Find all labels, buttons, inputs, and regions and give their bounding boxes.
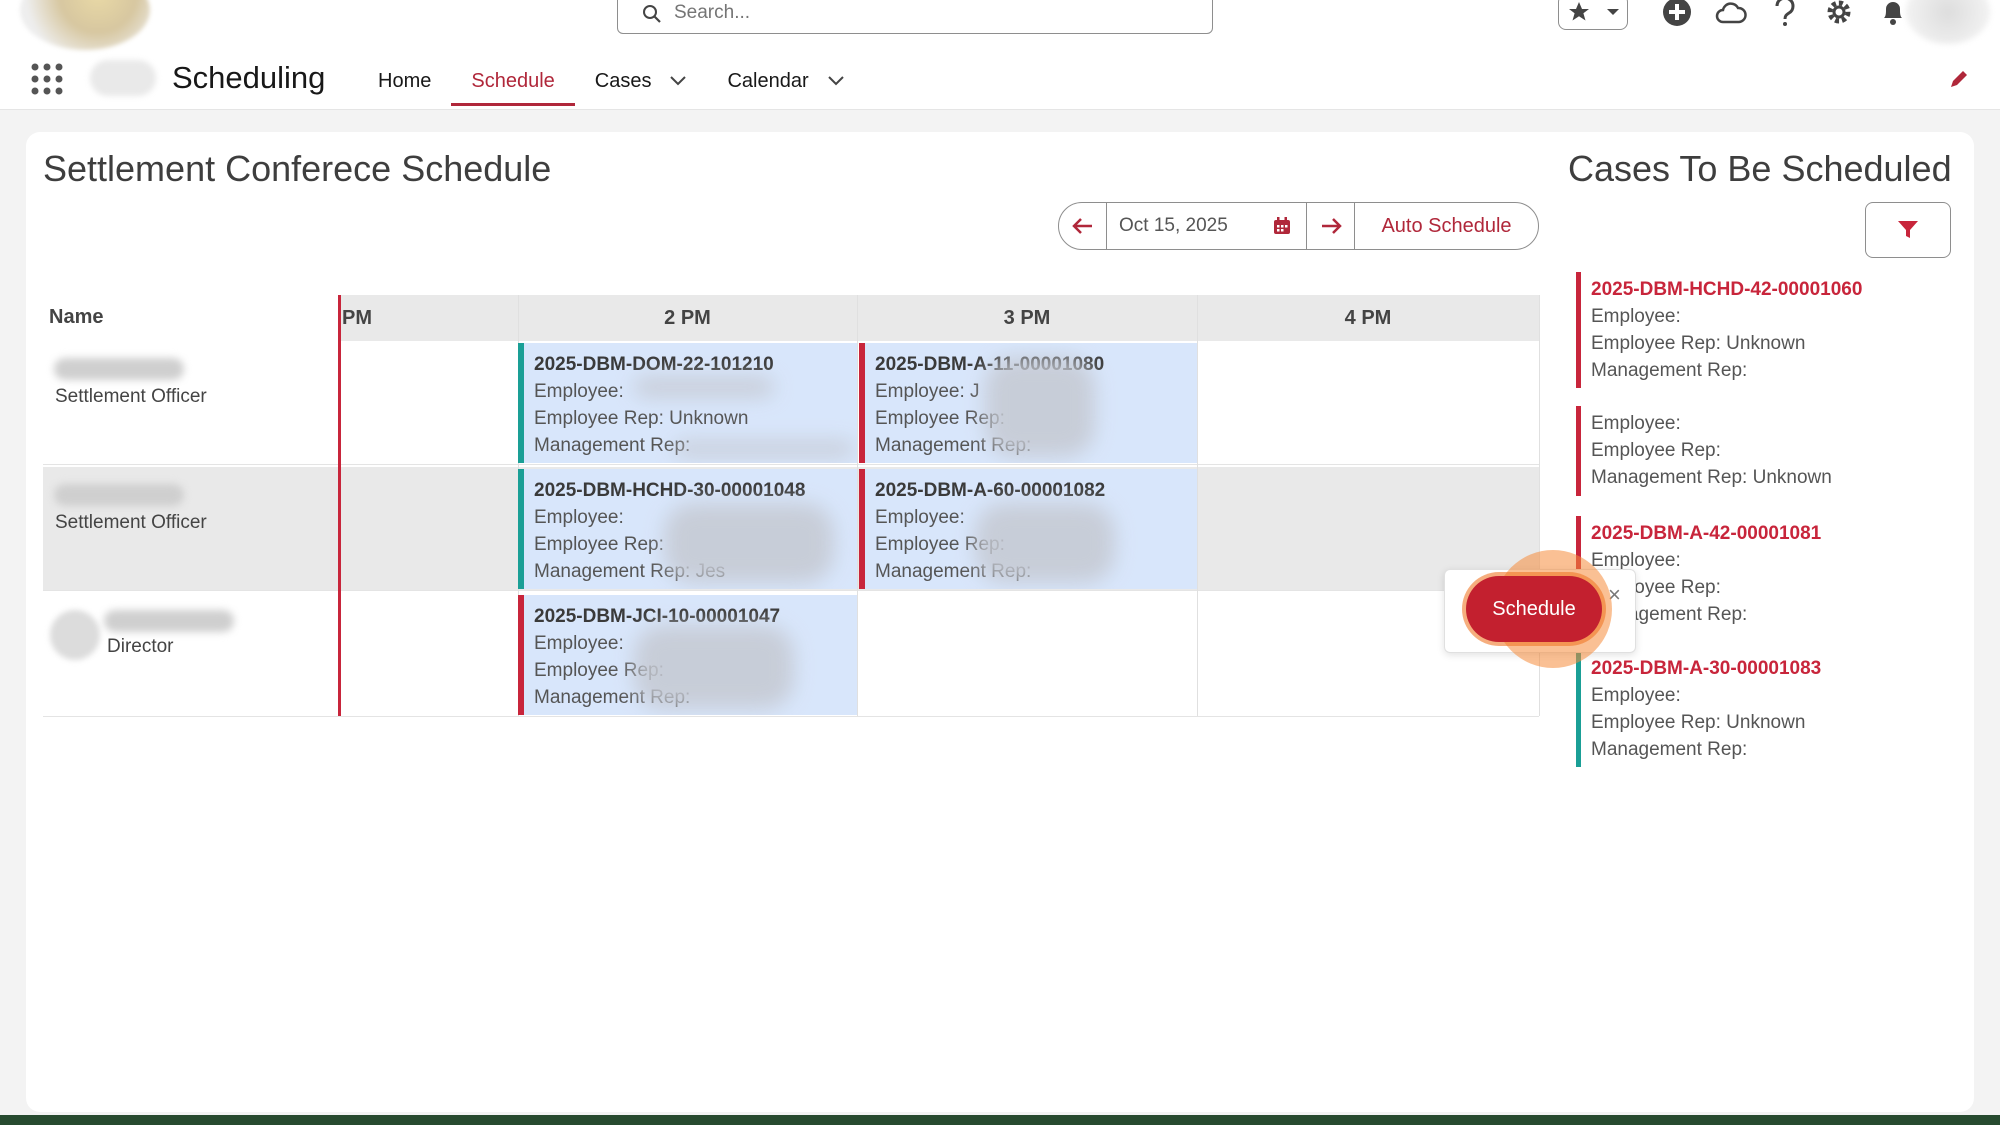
case-employee: Employee:	[1591, 550, 1681, 571]
auto-schedule-button[interactable]: Auto Schedule	[1355, 203, 1538, 249]
schedule-button[interactable]: Schedule	[1466, 576, 1602, 642]
app-launcher-button[interactable]	[30, 62, 64, 101]
scheduled-event[interactable]: 2025-DBM-A-60-00001082 Employee: Employe…	[859, 469, 1197, 589]
person-name	[104, 610, 234, 632]
event-employee-rep: Employee Rep: Unknown	[534, 408, 749, 429]
arrow-left-icon	[1071, 218, 1092, 234]
case-employee-rep: Employee Rep: Unknown	[1591, 712, 1806, 733]
case-management-rep: Management Rep:	[1591, 739, 1748, 760]
tab-schedule[interactable]: Schedule	[451, 56, 576, 106]
case-title[interactable]: 2025-DBM-A-42-00001081	[1591, 520, 1946, 547]
case-card[interactable]: Employee: Employee Rep: Management Rep: …	[1576, 406, 1946, 496]
date-navigator: Oct 15, 2025 Auto Schedule	[1058, 202, 1539, 250]
case-employee-rep: Employee Rep: Unknown	[1591, 333, 1806, 354]
chevron-down-icon[interactable]	[669, 75, 687, 87]
case-management-rep: Management Rep:	[1591, 604, 1748, 625]
current-time-line	[338, 295, 341, 716]
redaction	[674, 441, 854, 457]
setup-button[interactable]	[1812, 0, 1866, 30]
app-name: Scheduling	[172, 60, 326, 95]
help-button[interactable]	[1758, 0, 1812, 30]
case-employee-rep: Employee Rep:	[1591, 440, 1721, 461]
time-header: 3 PM	[857, 295, 1197, 341]
person-role: Director	[107, 636, 174, 657]
column-divider	[857, 295, 858, 716]
time-header: 4 PM	[1197, 295, 1539, 341]
star-icon	[1568, 2, 1589, 21]
previous-day-button[interactable]	[1059, 203, 1107, 249]
app-logo	[90, 60, 156, 96]
cases-panel-title: Cases To Be Scheduled	[1568, 148, 1952, 189]
case-employee: Employee:	[1591, 685, 1681, 706]
redaction	[975, 503, 1115, 583]
case-management-rep: Management Rep:	[1591, 360, 1748, 381]
edit-nav-button[interactable]	[1948, 68, 1970, 95]
tab-label: Home	[378, 69, 432, 92]
page-title: Settlement Conferece Schedule	[43, 148, 552, 189]
name-column-header: Name	[49, 306, 104, 328]
tab-label: Schedule	[471, 69, 555, 92]
person-name	[54, 484, 184, 506]
case-title[interactable]: 2025-DBM-HCHD-42-00001060	[1591, 276, 1946, 303]
add-button[interactable]	[1650, 0, 1704, 30]
scheduled-event[interactable]: 2025-DBM-DOM-22-101210 Employee: Employe…	[518, 343, 857, 463]
pencil-icon	[1951, 71, 1967, 87]
date-value: Oct 15, 2025	[1119, 215, 1228, 236]
global-header: Scheduling Home Schedule Cases Calendar	[0, 0, 2000, 110]
case-employee-rep: Employee Rep:	[1591, 577, 1721, 598]
scheduled-event[interactable]: 2025-DBM-A-11-00001080 Employee: J Emplo…	[859, 343, 1197, 463]
search-icon	[643, 5, 661, 23]
column-divider	[1197, 295, 1198, 716]
scheduled-event[interactable]: 2025-DBM-HCHD-30-00001048 Employee: Empl…	[518, 469, 857, 589]
cloud-icon	[1715, 2, 1747, 24]
global-search[interactable]	[617, 0, 1213, 34]
event-title: 2025-DBM-HCHD-30-00001048	[534, 480, 806, 501]
arrow-right-icon	[1321, 218, 1342, 234]
help-icon	[1775, 0, 1795, 26]
avatar	[50, 610, 100, 660]
case-management-rep: Management Rep: Unknown	[1591, 467, 1832, 488]
case-employee: Employee:	[1591, 413, 1681, 434]
chevron-down-icon[interactable]	[827, 75, 845, 87]
person-role: Settlement Officer	[55, 386, 207, 407]
gear-icon	[1827, 0, 1851, 24]
redaction	[985, 357, 1095, 457]
chevron-down-icon	[1606, 9, 1619, 15]
search-input[interactable]	[674, 1, 1174, 25]
case-card[interactable]: 2025-DBM-A-30-00001083 Employee: Employe…	[1576, 651, 1946, 767]
event-title: 2025-DBM-DOM-22-101210	[534, 354, 774, 375]
tab-label: Cases	[594, 69, 652, 92]
case-employee: Employee:	[1591, 306, 1681, 327]
tab-calendar[interactable]: Calendar	[707, 56, 864, 106]
time-header: PM	[338, 295, 518, 341]
case-card[interactable]: 2025-DBM-HCHD-42-00001060 Employee: Empl…	[1576, 272, 1946, 388]
org-logo	[20, 0, 150, 50]
filter-icon	[1898, 221, 1918, 238]
plus-icon	[1663, 0, 1691, 26]
redaction	[664, 503, 834, 583]
waffle-icon	[31, 63, 63, 95]
trailhead-button[interactable]	[1704, 0, 1758, 30]
redaction	[634, 625, 794, 709]
person-role: Settlement Officer	[55, 512, 207, 533]
next-day-button[interactable]	[1307, 203, 1355, 249]
time-header: 2 PM	[518, 295, 857, 341]
favorites-button[interactable]	[1558, 0, 1628, 30]
tab-home[interactable]: Home	[358, 56, 451, 106]
scheduled-event[interactable]: 2025-DBM-JCI-10-00001047 Employee: Emplo…	[518, 595, 857, 715]
user-avatar[interactable]	[1906, 0, 1990, 44]
date-input[interactable]: Oct 15, 2025	[1107, 203, 1307, 249]
event-title: 2025-DBM-A-60-00001082	[875, 480, 1106, 501]
nav-bar: Home Schedule Cases Calendar	[358, 56, 865, 106]
redaction	[634, 377, 774, 397]
person-name	[54, 358, 184, 380]
tab-label: Calendar	[727, 69, 809, 92]
case-title[interactable]: 2025-DBM-A-30-00001083	[1591, 655, 1946, 682]
filter-button[interactable]	[1865, 202, 1951, 258]
calendar-icon[interactable]	[1272, 216, 1292, 236]
bell-icon	[1884, 2, 1902, 25]
tab-cases[interactable]: Cases	[575, 56, 708, 106]
bottom-strip	[0, 1115, 2000, 1125]
